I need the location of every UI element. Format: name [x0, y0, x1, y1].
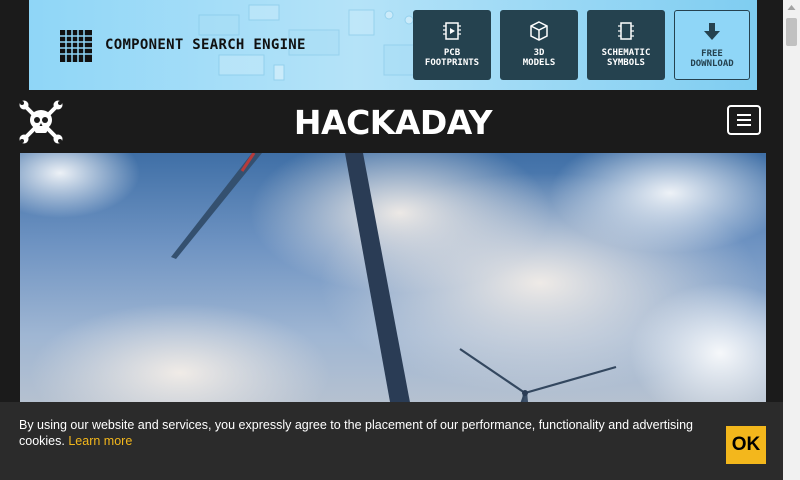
scroll-up-arrow-icon[interactable] — [783, 0, 800, 17]
ad-title: COMPONENT SEARCH ENGINE — [105, 37, 306, 53]
schematic-symbols-button[interactable]: SCHEMATIC SYMBOLS — [587, 10, 665, 80]
cookie-banner: By using our website and services, you e… — [0, 402, 800, 480]
cube-icon — [530, 21, 548, 41]
schematic-label-line2: SYMBOLS — [607, 58, 645, 68]
scrollbar[interactable] — [783, 0, 800, 480]
hamburger-menu-icon[interactable] — [727, 105, 761, 135]
hero-image[interactable] — [20, 153, 766, 413]
download-label-line2: DOWNLOAD — [690, 59, 734, 69]
schematic-icon — [618, 22, 634, 40]
download-label-line1: FREE — [701, 49, 723, 59]
cookie-message: By using our website and services, you e… — [19, 417, 719, 449]
free-download-button[interactable]: FREE DOWNLOAD — [674, 10, 750, 80]
schematic-label-line1: SCHEMATIC — [601, 48, 651, 58]
ad-banner[interactable]: COMPONENT SEARCH ENGINE PCB FOOTPRINTS 3… — [29, 0, 757, 90]
site-header: HACKADAY — [0, 90, 800, 153]
scrollbar-thumb[interactable] — [786, 18, 797, 46]
cookie-ok-button[interactable]: OK — [726, 426, 766, 464]
3d-label-line2: MODELS — [522, 58, 556, 68]
pcb-footprints-button[interactable]: PCB FOOTPRINTS — [413, 10, 491, 80]
3d-label-line1: 3D — [533, 48, 545, 58]
pcb-label-line2: FOOTPRINTS — [424, 58, 480, 68]
pcb-label-line1: PCB — [443, 48, 461, 58]
learn-more-link[interactable]: Learn more — [68, 434, 132, 448]
3d-models-button[interactable]: 3D MODELS — [500, 10, 578, 80]
chip-icon — [443, 22, 461, 40]
site-title[interactable]: HACKADAY — [0, 103, 786, 142]
grid-chip-logo-icon — [60, 30, 92, 62]
wind-turbines-photo — [20, 153, 766, 413]
download-arrow-icon — [704, 23, 720, 40]
